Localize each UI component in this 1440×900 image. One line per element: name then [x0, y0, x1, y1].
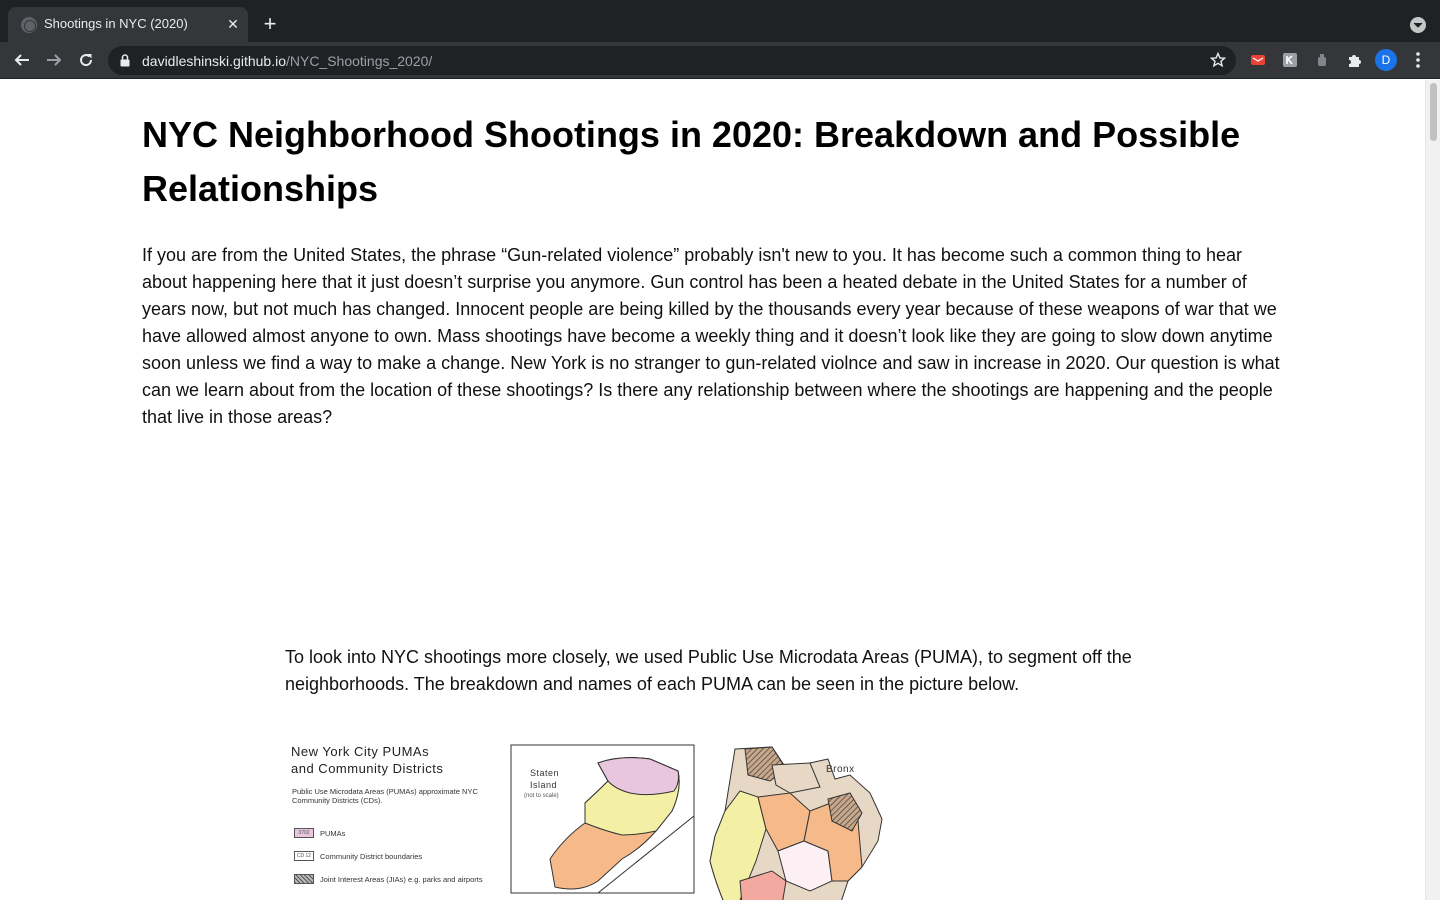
puma-paragraph: To look into NYC shootings more closely,…: [285, 647, 1132, 694]
legend-puma-label: PUMAs: [320, 828, 346, 838]
map-title: New York City PUMAs and Community Distri…: [291, 744, 444, 776]
lock-icon[interactable]: [120, 54, 130, 67]
page-content: NYC Neighborhood Shootings in 2020: Brea…: [0, 80, 1425, 900]
extensions-puzzle-icon[interactable]: [1346, 52, 1362, 68]
globe-icon: [21, 17, 37, 33]
close-tab-icon[interactable]: ✕: [223, 14, 243, 34]
extension-bottle-icon[interactable]: [1314, 52, 1330, 68]
back-arrow-icon: [14, 54, 29, 66]
browser-toolbar: davidleshinski.github.io/NYC_Shootings_2…: [0, 42, 1440, 79]
reload-icon: [80, 54, 93, 67]
page-scrollbar[interactable]: [1425, 80, 1440, 900]
extension-k-icon[interactable]: [1282, 52, 1298, 68]
forward-arrow-icon: [47, 54, 62, 66]
address-bar[interactable]: davidleshinski.github.io/NYC_Shootings_2…: [108, 46, 1236, 75]
url-host: davidleshinski.github.io: [142, 53, 286, 69]
tab-strip: Shootings in NYC (2020) ✕ +: [0, 0, 1440, 42]
jia-swatch: [294, 874, 314, 884]
staten-island-label: Staten Island: [530, 768, 560, 790]
reload-button[interactable]: [72, 46, 100, 74]
legend-cd-label: Community District boundaries: [320, 851, 423, 861]
extension-mail-icon[interactable]: [1250, 52, 1266, 68]
legend-jia: Joint Interest Areas (JIAs) e.g. parks a…: [294, 874, 483, 884]
legend-jia-label: Joint Interest Areas (JIAs) e.g. parks a…: [320, 874, 483, 884]
puma-swatch: 3702: [294, 828, 314, 838]
url-text[interactable]: davidleshinski.github.io/NYC_Shootings_2…: [142, 53, 432, 69]
intro-paragraph: If you are from the United States, the p…: [142, 245, 1280, 427]
tab-search-icon[interactable]: [1410, 17, 1426, 33]
page-title: NYC Neighborhood Shootings in 2020: Brea…: [142, 114, 1241, 209]
forward-button[interactable]: [40, 46, 68, 74]
legend-cd: CD 12 Community District boundaries: [294, 851, 422, 861]
legend-puma: 3702 PUMAs: [294, 828, 345, 838]
new-tab-button[interactable]: +: [258, 12, 282, 36]
back-button[interactable]: [8, 46, 36, 74]
browser-tab[interactable]: Shootings in NYC (2020) ✕: [8, 7, 248, 42]
scroll-thumb[interactable]: [1430, 83, 1437, 141]
tab-title: Shootings in NYC (2020): [44, 16, 188, 31]
bookmark-star-icon[interactable]: [1210, 52, 1226, 68]
cd-swatch: CD 12: [294, 851, 314, 861]
puma-map-image: New York City PUMAs and Community Distri…: [285, 735, 905, 900]
staten-island-note: (not to scale): [524, 793, 559, 799]
bronx-label: Bronx: [826, 764, 855, 775]
url-path: /NYC_Shootings_2020/: [285, 53, 433, 69]
map-subtitle: Public Use Microdata Areas (PUMAs) appro…: [292, 787, 478, 805]
more-menu-icon[interactable]: [1410, 50, 1426, 70]
profile-avatar[interactable]: D: [1375, 49, 1397, 71]
